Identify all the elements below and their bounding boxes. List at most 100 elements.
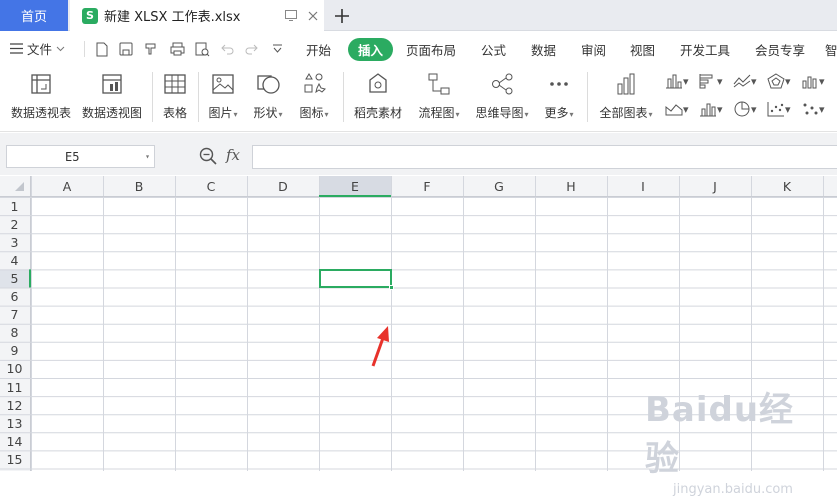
divider (84, 41, 85, 57)
bar-chart-icon (699, 74, 713, 89)
formula-input[interactable] (252, 145, 837, 169)
document-title: 新建 XLSX 工作表.xlsx (104, 10, 241, 25)
picture-button[interactable]: 图片▾ (205, 70, 241, 124)
file-menu[interactable]: 文件 (10, 39, 65, 58)
area-chart-button[interactable]: ▾ (665, 100, 699, 118)
tab-data[interactable]: 数据 (531, 40, 556, 59)
combo-chart-button[interactable]: ▾ (801, 72, 835, 90)
all-charts-label: 全部图表▾ (599, 106, 653, 120)
docer-material-icon (369, 73, 387, 93)
name-box-value: E5 (65, 149, 80, 164)
mindmap-icon (492, 73, 513, 95)
formula-bar: E5 ▾ fx (0, 133, 837, 175)
table-label: 表格 (162, 106, 187, 120)
print-preview-icon[interactable] (194, 41, 210, 57)
print-icon[interactable] (169, 41, 185, 57)
icon-library-button[interactable]: 图标▾ (296, 70, 332, 124)
flowchart-icon (428, 73, 450, 95)
watermark-url: jingyan.baidu.com (673, 482, 793, 497)
table-button[interactable]: 表格 (160, 70, 190, 124)
more-button[interactable]: 更多▾ (540, 70, 578, 124)
radar-chart-icon (767, 73, 785, 89)
tab-home[interactable]: 首页 (0, 0, 68, 31)
docer-material-label: 稻壳素材 (353, 106, 402, 120)
bar-chart-button[interactable]: ▾ (699, 72, 733, 90)
tab-review[interactable]: 审阅 (581, 40, 606, 59)
area-chart-icon (665, 104, 683, 116)
file-menu-label: 文件 (27, 42, 53, 57)
pie-chart-button[interactable]: ▾ (733, 100, 767, 118)
divider (587, 72, 588, 122)
line-chart-button[interactable]: ▾ (733, 72, 767, 90)
flowchart-button[interactable]: 流程图▾ (415, 70, 463, 124)
pie-chart-icon (734, 101, 750, 117)
docer-material-button[interactable]: 稻壳素材 (352, 70, 404, 124)
plus-icon (335, 9, 349, 23)
picture-label: 图片▾ (208, 106, 238, 120)
menu-row: 文件 开始 插入 页面布局 公式 数据 审阅 视图 开发工具 会员专享 智 (0, 32, 837, 66)
new-file-icon[interactable] (94, 41, 110, 57)
close-tab-icon[interactable] (302, 6, 324, 26)
mindmap-label: 思维导图▾ (475, 106, 529, 120)
save-icon[interactable] (118, 41, 134, 57)
baidu-watermark: Baidu经验 jingyan.baidu.com (645, 382, 805, 497)
format-painter-icon[interactable] (143, 41, 159, 57)
divider (152, 72, 153, 122)
divider (198, 72, 199, 122)
pivot-table-button[interactable]: 数据透视表 (10, 70, 72, 124)
table-icon (164, 74, 186, 94)
tab-start[interactable]: 开始 (306, 40, 331, 59)
redo-icon[interactable] (243, 41, 259, 57)
name-box[interactable]: E5 ▾ (6, 145, 155, 168)
flowchart-label: 流程图▾ (418, 106, 460, 120)
zoom-icon[interactable] (199, 147, 217, 165)
line-chart-icon (733, 74, 751, 88)
stock-chart-button[interactable]: ▾ (699, 100, 733, 118)
combo-chart-icon (802, 76, 817, 89)
icon-library-icon (304, 73, 326, 94)
bubble-chart-icon (803, 103, 818, 115)
more-label: 更多▾ (544, 106, 574, 120)
column-chart-icon (666, 74, 682, 89)
tab-smart[interactable]: 智 (825, 40, 837, 59)
tab-insert[interactable]: 插入 (348, 38, 394, 61)
radar-chart-button[interactable]: ▾ (767, 72, 801, 90)
tab-member[interactable]: 会员专享 (755, 40, 805, 59)
tab-document[interactable]: S 新建 XLSX 工作表.xlsx (70, 0, 324, 31)
bubble-chart-button[interactable]: ▾ (801, 100, 835, 118)
spreadsheet-logo-icon: S (82, 7, 98, 24)
tab-formulas[interactable]: 公式 (481, 40, 506, 59)
pivot-chart-button[interactable]: 数据透视图 (81, 70, 143, 124)
all-charts-button[interactable]: 全部图表▾ (596, 70, 656, 124)
mindmap-button[interactable]: 思维导图▾ (472, 70, 532, 124)
tab-view[interactable]: 视图 (630, 40, 655, 59)
column-chart-button[interactable]: ▾ (665, 72, 699, 90)
tab-page-layout[interactable]: 页面布局 (406, 40, 456, 59)
shape-label: 形状▾ (253, 106, 283, 120)
picture-icon (212, 74, 234, 94)
hamburger-icon (10, 43, 23, 54)
scatter-chart-button[interactable]: ▾ (767, 100, 801, 118)
pivot-table-icon (31, 74, 51, 94)
new-tab-button[interactable] (330, 4, 354, 28)
chevron-down-icon (56, 46, 65, 51)
chevron-down-icon[interactable]: ▾ (145, 152, 150, 161)
undo-icon[interactable] (219, 41, 235, 57)
ribbon-insert: 数据透视表 数据透视图 表格 图片▾ 形状▾ 图标▾ 稻壳素材 流程图▾ 思维导… (0, 66, 837, 132)
pivot-chart-label: 数据透视图 (81, 106, 142, 120)
pivot-table-label: 数据透视表 (10, 106, 71, 120)
shape-button[interactable]: 形状▾ (250, 70, 286, 124)
icon-library-label: 图标▾ (299, 106, 329, 120)
stock-chart-icon (700, 103, 716, 117)
tab-developer[interactable]: 开发工具 (680, 40, 730, 59)
pivot-chart-icon (102, 74, 122, 94)
fx-icon[interactable]: fx (226, 146, 240, 164)
shape-icon (257, 75, 280, 94)
divider (343, 72, 344, 122)
more-icon (550, 82, 568, 86)
all-charts-icon (617, 73, 635, 95)
title-bar: 首页 S 新建 XLSX 工作表.xlsx (0, 0, 837, 31)
scatter-chart-icon (767, 102, 784, 117)
customize-toolbar-icon[interactable] (269, 41, 285, 57)
monitor-icon[interactable] (280, 6, 302, 26)
